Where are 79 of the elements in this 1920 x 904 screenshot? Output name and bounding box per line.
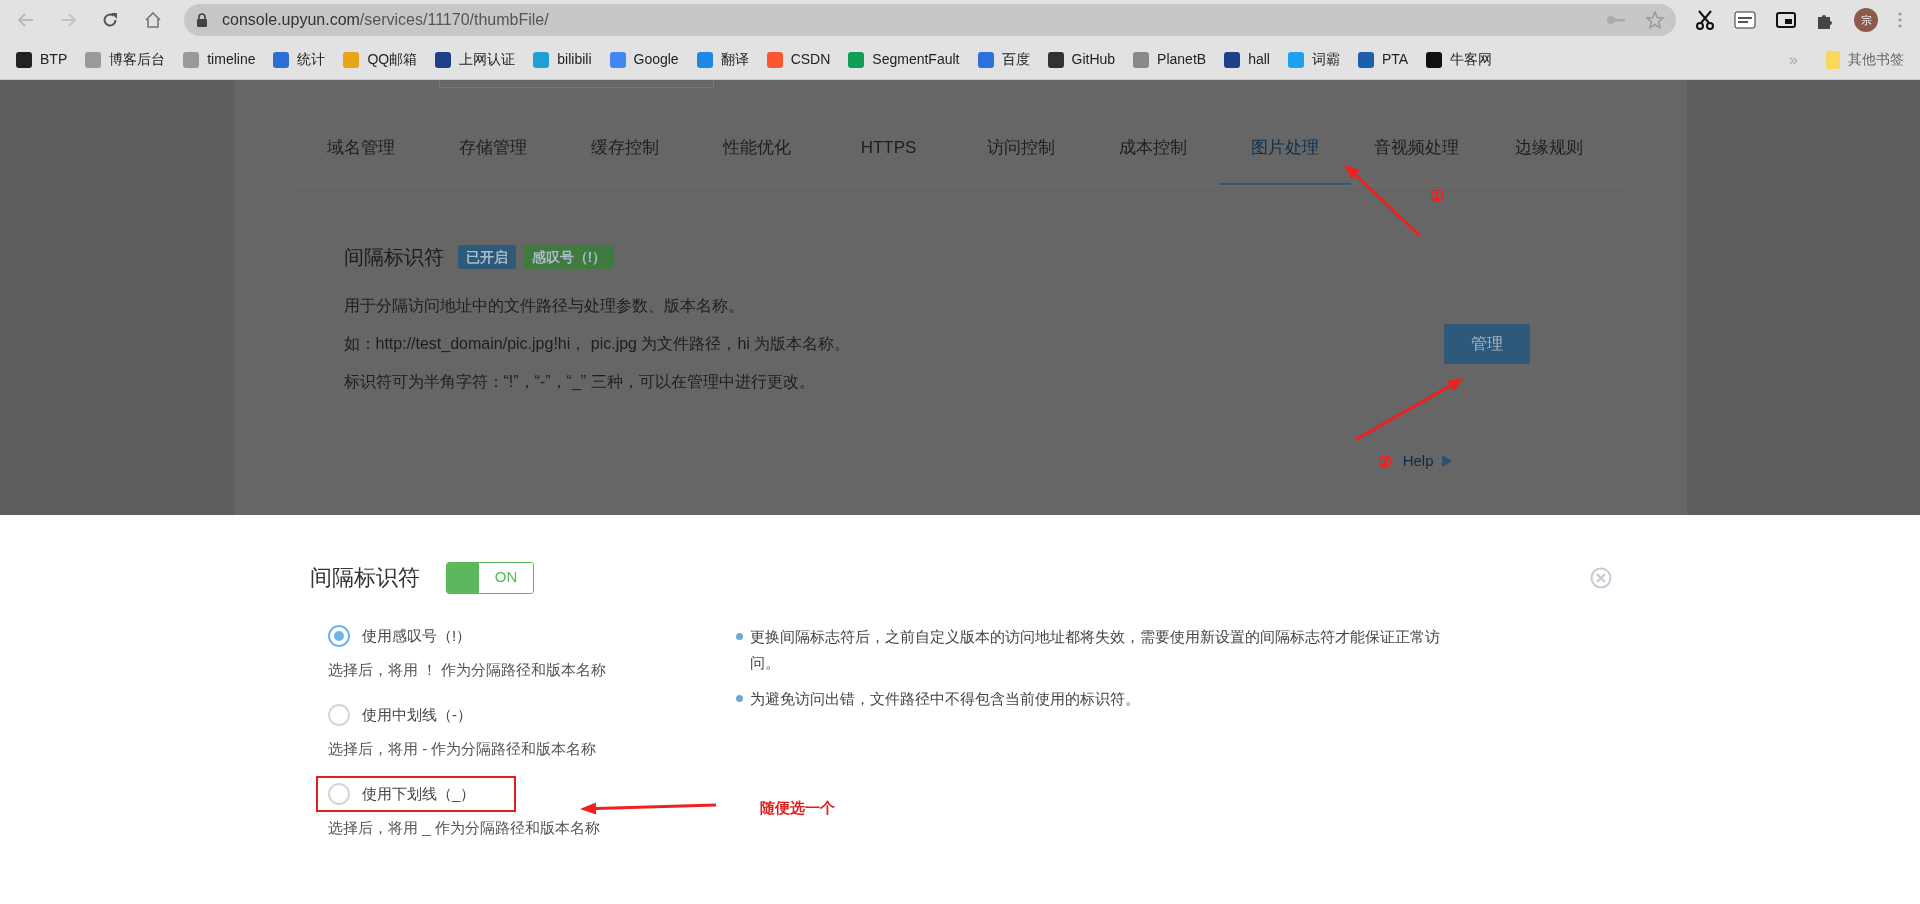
forward-icon[interactable]	[60, 13, 76, 27]
radio-button[interactable]	[328, 625, 350, 647]
bookmark-item[interactable]: 翻译	[696, 49, 749, 70]
favicon-icon	[1047, 51, 1064, 68]
other-bookmarks[interactable]: 其他书签	[1826, 49, 1904, 70]
bookmark-item[interactable]: bilibili	[533, 49, 592, 70]
favicon-icon	[85, 51, 102, 68]
home-icon[interactable]	[144, 11, 162, 29]
manage-button[interactable]: 管理	[1443, 324, 1530, 364]
section-title: 间隔标识符	[343, 245, 444, 270]
description-text: 标识符可为半角字符：“!”，“-”，“_” 三种，可以在管理中进行更改。	[343, 372, 816, 392]
favicon-icon	[1426, 51, 1443, 68]
status-badge: 已开启	[457, 245, 516, 269]
bookmark-item[interactable]: CSDN	[766, 49, 831, 70]
option-description: 选择后，将用 - 作为分隔路径和版本名称	[328, 739, 598, 759]
bookmark-item[interactable]: 百度	[977, 49, 1030, 70]
option-description: 选择后，将用 ！ 作为分隔路径和版本名称	[328, 660, 608, 680]
bookmark-item[interactable]: Google	[609, 49, 679, 70]
address-bar[interactable]: console.upyun.com/services/11170/thumbFile/	[184, 4, 1676, 36]
tab-manager-icon[interactable]	[1734, 11, 1756, 29]
favicon-icon	[609, 51, 626, 68]
close-icon[interactable]	[1590, 566, 1612, 589]
option-label: 使用中划线（-）	[362, 704, 472, 725]
star-icon[interactable]	[1646, 11, 1664, 29]
bookmark-item[interactable]: PTA	[1357, 49, 1409, 70]
bookmark-item[interactable]: 博客后台	[85, 49, 166, 70]
menu-icon[interactable]	[1898, 12, 1902, 28]
favicon-icon	[1357, 51, 1374, 68]
favicon-icon	[1287, 51, 1304, 68]
avatar[interactable]: 宗	[1854, 8, 1878, 32]
bookmark-item[interactable]: 统计	[273, 49, 326, 70]
bookmark-item[interactable]: hall	[1224, 49, 1270, 70]
back-icon[interactable]	[18, 13, 34, 27]
description-text: 如：http://test_domain/pic.jpg!hi， pic.jpg 为文件路径，hi 为版本名称。	[343, 334, 851, 354]
favicon-icon	[848, 51, 865, 68]
note-text: 为避免访问出错，文件路径中不得包含当前使用的标识符。	[750, 689, 1141, 709]
step-marker: ①	[1430, 186, 1444, 206]
bookmark-item[interactable]: QQ邮箱	[343, 49, 418, 70]
note-text: 更换间隔标志符后，之前自定义版本的访问地址都将失效，需要使用新设置的间隔标志符才能保证正常访问。	[750, 627, 1440, 673]
bookmark-item[interactable]: 牛客网	[1426, 49, 1493, 70]
radio-button[interactable]	[328, 783, 350, 805]
bookmark-item[interactable]: BTP	[16, 49, 68, 70]
key-icon[interactable]	[1606, 14, 1626, 26]
option-description: 选择后，将用 _ 作为分隔路径和版本名称	[328, 818, 601, 838]
favicon-icon	[696, 51, 713, 68]
dialog-title: 间隔标识符	[310, 564, 420, 592]
favicon-icon	[1133, 51, 1150, 68]
bookmark-item[interactable]: timeline	[183, 49, 256, 70]
favicon-icon	[435, 51, 452, 68]
favicon-icon	[766, 51, 783, 68]
favicon-icon	[533, 51, 550, 68]
favicon-icon	[977, 51, 994, 68]
radio-button[interactable]	[328, 704, 350, 726]
folder-icon	[1826, 50, 1840, 69]
favicon-icon	[183, 51, 200, 68]
status-badge: 感叹号（!）	[523, 245, 615, 269]
option-label: 使用下划线（_）	[362, 783, 476, 804]
bookmark-item[interactable]: 词霸	[1287, 49, 1340, 70]
bookmark-item[interactable]: PlanetB	[1133, 49, 1207, 70]
reload-icon[interactable]	[102, 12, 118, 28]
step-marker: ②	[1378, 452, 1392, 472]
favicon-icon	[273, 51, 290, 68]
option-label: 使用感叹号（!）	[362, 625, 472, 646]
bookmark-item[interactable]: GitHub	[1047, 49, 1116, 70]
favicon-icon	[343, 51, 360, 68]
bookmark-item[interactable]: SegmentFault	[848, 49, 960, 70]
scissors-icon[interactable]	[1696, 10, 1714, 30]
bullet-icon	[736, 695, 743, 702]
favicon-icon	[1224, 51, 1241, 68]
triangle-icon	[1441, 455, 1452, 468]
bullet-icon	[736, 633, 743, 640]
favicon-icon	[16, 51, 32, 68]
description-text: 用于分隔访问地址中的文件路径与处理参数、版本名称。	[343, 296, 745, 316]
annotation-text: 随便选一个	[760, 798, 835, 818]
bookmark-item[interactable]: 上网认证	[435, 49, 516, 70]
picture-in-picture-icon[interactable]	[1776, 12, 1796, 28]
lock-icon	[196, 13, 208, 27]
url-text: console.upyun.com/services/11170/thumbFile/	[222, 10, 549, 30]
input-field[interactable]	[438, 80, 714, 88]
